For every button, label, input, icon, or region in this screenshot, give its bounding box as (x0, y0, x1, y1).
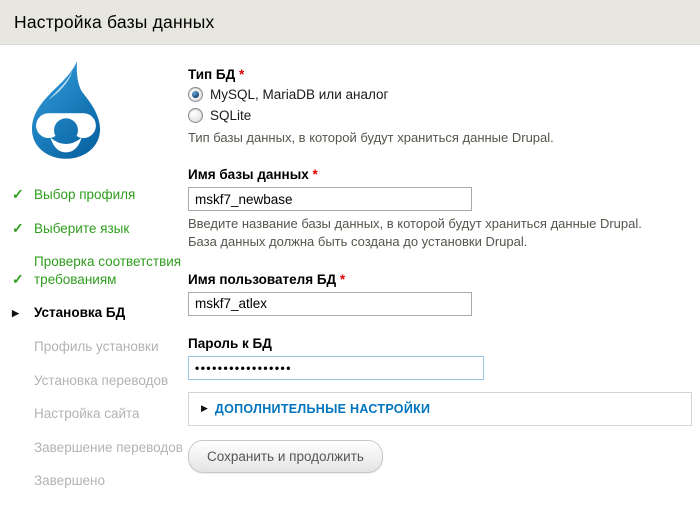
sidebar-step-finished: Завершено (12, 472, 188, 490)
step-label: Выбор профиля (34, 186, 136, 202)
field-label-text: Имя базы данных (188, 167, 309, 183)
advanced-settings-link[interactable]: ДОПОЛНИТЕЛЬНЫЕ НАСТРОЙКИ (215, 402, 430, 416)
required-marker: * (239, 67, 245, 82)
page-header: Настройка базы данных (0, 0, 700, 45)
sidebar: ✓ Выбор профиля ✓ Выберите язык ✓ Провер… (0, 45, 188, 506)
step-label: Завершение переводов (34, 439, 183, 455)
drupal-logo-svg (31, 61, 101, 159)
db-name-label: Имя базы данных * (188, 167, 692, 182)
caret-right-icon: ▶ (201, 403, 208, 414)
save-continue-button[interactable]: Сохранить и продолжить (188, 439, 383, 473)
radio-label: SQLite (210, 108, 252, 123)
page-title: Настройка базы данных (14, 11, 215, 32)
db-type-label: Тип БД * (188, 67, 692, 82)
sidebar-step-language: ✓ Выберите язык (12, 219, 188, 237)
db-name-description: Введите название базы данных, в которой … (188, 216, 642, 250)
installer-steps: ✓ Выбор профиля ✓ Выберите язык ✓ Провер… (12, 185, 188, 490)
db-user-group: Имя пользователя БД * (188, 272, 692, 316)
radio-label: MySQL, MariaDB или аналог (210, 87, 389, 102)
advanced-settings-toggle[interactable]: ▶ ДОПОЛНИТЕЛЬНЫЕ НАСТРОЙКИ (188, 391, 692, 426)
sidebar-step-finish-translations: Завершение переводов (12, 439, 188, 457)
step-label: Завершено (34, 473, 106, 489)
sidebar-step-site-setup: Настройка сайта (12, 405, 188, 423)
db-password-input[interactable] (188, 355, 484, 380)
db-password-label: Пароль к БД (188, 336, 692, 351)
check-icon: ✓ (12, 271, 24, 288)
caret-right-icon: ▶ (12, 308, 19, 319)
step-label: Установка БД (34, 305, 126, 321)
check-icon: ✓ (12, 186, 24, 202)
db-user-input[interactable] (188, 291, 472, 316)
sidebar-step-requirements: ✓ Проверка соответствия требованиям (12, 253, 188, 288)
drupal-logo (20, 59, 112, 161)
form-area: Тип БД * MySQL, MariaDB или аналог SQLit… (188, 45, 700, 506)
field-label-text: Имя пользователя БД (188, 271, 337, 287)
db-user-label: Имя пользователя БД * (188, 272, 692, 287)
sidebar-step-profile-choice: ✓ Выбор профиля (12, 185, 188, 203)
db-password-group: Пароль к БД (188, 336, 692, 380)
field-label-text: Пароль к БД (188, 335, 272, 351)
db-type-group: Тип БД * MySQL, MariaDB или аналог SQLit… (188, 67, 692, 147)
check-icon: ✓ (12, 220, 24, 237)
step-label: Выберите язык (34, 220, 130, 236)
db-name-group: Имя базы данных * Введите название базы … (188, 167, 692, 251)
radio-mysql[interactable]: MySQL, MariaDB или аналог (188, 87, 692, 102)
sidebar-step-database: ▶ Установка БД (12, 304, 188, 322)
required-marker: * (312, 167, 318, 183)
field-label-text: Тип БД (188, 67, 236, 82)
step-label: Профиль установки (34, 339, 159, 355)
sidebar-step-install-profile: Профиль установки (12, 338, 188, 356)
step-label: Установка переводов (34, 372, 169, 388)
radio-button-icon[interactable] (188, 87, 203, 102)
radio-sqlite[interactable]: SQLite (188, 108, 692, 123)
layout: ✓ Выбор профиля ✓ Выберите язык ✓ Провер… (0, 45, 700, 506)
db-type-description: Тип базы данных, в которой будут хранить… (188, 130, 554, 145)
db-name-input[interactable] (188, 187, 472, 212)
required-marker: * (339, 271, 346, 287)
step-label: Проверка соответствия требованиям (34, 254, 182, 287)
sidebar-step-install-translations: Установка переводов (12, 372, 188, 390)
radio-button-icon[interactable] (188, 108, 203, 123)
step-label: Настройка сайта (34, 406, 140, 422)
installer-page: Настройка базы данных ✓ Выбор профиля ✓ … (0, 0, 700, 506)
